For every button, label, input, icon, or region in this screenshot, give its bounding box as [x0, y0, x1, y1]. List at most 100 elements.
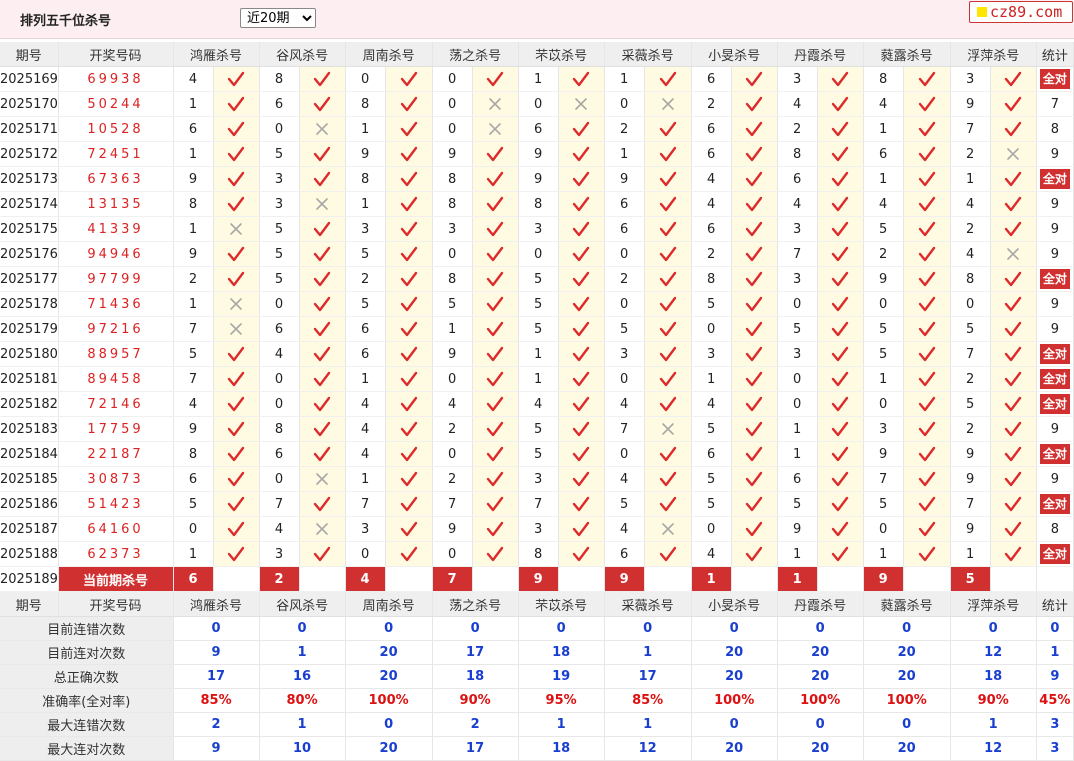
summary-value: 10	[259, 736, 346, 761]
kill-number-cell: 2	[691, 241, 732, 267]
check-icon	[903, 91, 951, 117]
kill-number-cell: 6	[777, 166, 818, 192]
current-kill-blank	[385, 566, 433, 592]
check-icon	[385, 191, 433, 217]
check-icon	[472, 441, 519, 467]
summary-value: 1	[604, 640, 692, 665]
kill-number-cell: 6	[345, 341, 386, 367]
kill-number-cell: 7	[173, 366, 214, 392]
summary-value: 100%	[777, 688, 864, 713]
check-icon	[903, 466, 951, 492]
check-icon	[385, 466, 433, 492]
kill-number-cell: 4	[604, 391, 645, 417]
check-icon	[644, 166, 692, 192]
kill-number-cell: 1	[777, 416, 818, 442]
site-logo[interactable]: cz89.com	[969, 1, 1073, 23]
stat-cell: 全对	[1036, 366, 1074, 392]
top-bar: 排列五千位杀号 近20期	[0, 0, 1074, 39]
kill-number-cell: 6	[259, 91, 300, 117]
kill-number-cell: 2	[432, 416, 473, 442]
issue-cell: 2025182	[0, 391, 59, 417]
kill-number-cell: 1	[432, 316, 473, 342]
summary-value: 18	[518, 640, 605, 665]
col-expert-header: 采薇杀号	[604, 591, 692, 617]
summary-value: 2	[432, 712, 519, 737]
check-icon	[644, 291, 692, 317]
current-kill-number: 1	[691, 566, 732, 592]
check-icon	[644, 116, 692, 142]
kill-number-cell: 0	[777, 291, 818, 317]
period-select[interactable]: 近20期	[240, 8, 316, 28]
check-icon	[731, 316, 778, 342]
kill-number-cell: 0	[432, 66, 473, 92]
stat-cell: 全对	[1036, 341, 1074, 367]
check-icon	[990, 316, 1037, 342]
summary-value: 9	[173, 640, 260, 665]
check-icon	[558, 491, 605, 517]
summary-row: 总正确次数 17 16 20 18 19 17 20 20 20 18 9	[0, 664, 1074, 689]
kill-number-cell: 8	[259, 66, 300, 92]
check-icon	[903, 266, 951, 292]
summary-label: 准确率(全对率)	[0, 688, 174, 713]
kill-number-cell: 9	[863, 441, 904, 467]
all-right-badge: 全对	[1039, 444, 1070, 464]
kill-number-cell: 1	[691, 366, 732, 392]
cross-icon	[213, 216, 260, 242]
summary-value: 12	[950, 640, 1037, 665]
check-icon	[731, 416, 778, 442]
check-icon	[558, 166, 605, 192]
kill-number-cell: 5	[518, 316, 559, 342]
summary-label: 最大连错次数	[0, 712, 174, 737]
draw-number-cell: 67363	[58, 166, 174, 192]
summary-value: 0	[345, 616, 433, 641]
kill-number-cell: 4	[345, 391, 386, 417]
kill-number-cell: 8	[863, 66, 904, 92]
summary-value: 9	[173, 736, 260, 761]
issue-cell: 2025184	[0, 441, 59, 467]
summary-value: 20	[345, 640, 433, 665]
summary-value: 20	[691, 640, 778, 665]
check-icon	[731, 466, 778, 492]
kill-number-cell: 4	[345, 441, 386, 467]
issue-cell: 2025179	[0, 316, 59, 342]
check-icon	[472, 366, 519, 392]
cross-icon	[644, 516, 692, 542]
summary-value: 17	[432, 736, 519, 761]
check-icon	[299, 166, 346, 192]
kill-number-cell: 6	[518, 116, 559, 142]
kill-number-cell: 5	[518, 291, 559, 317]
kill-number-cell: 7	[863, 466, 904, 492]
summary-value: 95%	[518, 688, 605, 713]
check-icon	[385, 166, 433, 192]
kill-number-cell: 9	[518, 166, 559, 192]
current-kill-number: 9	[604, 566, 645, 592]
check-icon	[299, 316, 346, 342]
check-icon	[558, 541, 605, 567]
check-icon	[558, 416, 605, 442]
kill-number-cell: 8	[950, 266, 991, 292]
check-icon	[558, 266, 605, 292]
check-icon	[903, 491, 951, 517]
summary-value: 20	[777, 640, 864, 665]
summary-value: 0	[259, 616, 346, 641]
check-icon	[558, 116, 605, 142]
logo-text: cz89.com	[990, 3, 1063, 21]
kill-number-cell: 5	[518, 416, 559, 442]
all-right-badge: 全对	[1039, 369, 1070, 389]
cross-icon	[472, 91, 519, 117]
kill-number-cell: 0	[173, 516, 214, 542]
kill-number-cell: 3	[777, 266, 818, 292]
issue-cell: 2025178	[0, 291, 59, 317]
issue-row: 2025181 89458 7 0 1 0 1 0 1 0 1 2 全对	[0, 366, 1074, 392]
check-icon	[472, 216, 519, 242]
check-icon	[903, 141, 951, 167]
check-icon	[817, 316, 864, 342]
kill-number-cell: 0	[259, 116, 300, 142]
issue-row: 2025182 72146 4 0 4 4 4 4 4 0 0 5 全对	[0, 391, 1074, 417]
cross-icon	[644, 416, 692, 442]
check-icon	[644, 141, 692, 167]
all-right-badge: 全对	[1039, 544, 1070, 564]
check-icon	[731, 366, 778, 392]
kill-number-cell: 5	[518, 441, 559, 467]
check-icon	[472, 416, 519, 442]
